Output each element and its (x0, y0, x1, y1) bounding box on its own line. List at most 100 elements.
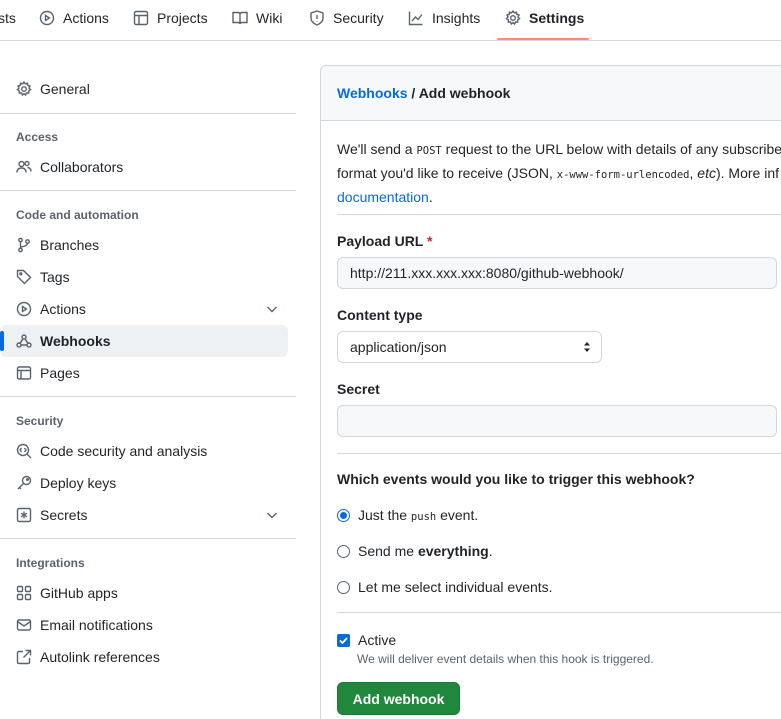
intro-text-part: ). More inf (715, 165, 779, 181)
asterisk-icon (16, 507, 32, 523)
active-indicator (0, 331, 4, 351)
tab-pull-requests[interactable]: sts (0, 0, 16, 36)
required-mark: * (427, 233, 433, 249)
tab-insights[interactable]: Insights (408, 0, 480, 36)
chevron-down-icon[interactable] (264, 301, 280, 317)
label-part: . (488, 543, 493, 559)
sidebar-item-autolink-references[interactable]: Autolink references (0, 641, 288, 673)
section-divider (337, 453, 781, 454)
breadcrumb: Webhooks / Add webhook (337, 85, 510, 101)
active-checkbox-row[interactable]: Active (337, 632, 396, 648)
payload-url-label-text: Payload URL (337, 233, 424, 249)
intro-text: We'll send a POST request to the URL bel… (337, 138, 781, 208)
radio-unselected[interactable] (337, 544, 350, 558)
sidebar-group-security: Security (16, 414, 64, 428)
sidebar-item-collaborators[interactable]: Collaborators (0, 151, 288, 183)
sidebar-item-actions[interactable]: Actions (0, 293, 288, 325)
sidebar-item-general[interactable]: General (0, 73, 288, 105)
radio-selected[interactable] (337, 508, 350, 522)
label-emphasis: everything (417, 543, 489, 559)
documentation-link[interactable]: documentation (337, 189, 429, 205)
sidebar-item-code-security[interactable]: Code security and analysis (0, 435, 288, 467)
label-code: push (410, 511, 437, 523)
sidebar-item-branches[interactable]: Branches (0, 229, 288, 261)
tab-label: Actions (63, 10, 109, 26)
secret-label: Secret (337, 381, 380, 397)
event-option-push[interactable]: Just the push event. (337, 507, 478, 523)
active-note: We will deliver event details when this … (357, 652, 654, 666)
event-option-label: Just the push event. (358, 507, 478, 523)
select-arrows-icon (584, 342, 590, 352)
sidebar-item-email-notifications[interactable]: Email notifications (0, 609, 288, 641)
sidebar-item-label: Tags (40, 269, 70, 285)
sidebar-item-deploy-keys[interactable]: Deploy keys (0, 467, 288, 499)
add-webhook-panel: Webhooks / Add webhook We'll send a POST… (320, 65, 781, 719)
repo-nav: sts Actions Projects Wiki Security Insig… (0, 0, 781, 41)
sidebar-item-webhooks[interactable]: Webhooks (0, 325, 288, 357)
event-option-individual[interactable]: Let me select individual events. (337, 579, 553, 595)
label-part: Just the (358, 507, 411, 523)
breadcrumb-separator: / (407, 85, 419, 101)
sidebar-item-label: Autolink references (40, 649, 160, 665)
sidebar-item-label: GitHub apps (40, 585, 118, 601)
graph-icon (408, 11, 423, 26)
codescan-icon (16, 443, 32, 459)
tab-settings[interactable]: Settings (505, 0, 584, 36)
tab-label: Insights (432, 10, 481, 26)
active-label: Active (358, 632, 397, 648)
content-type-select[interactable]: application/json (337, 331, 602, 363)
play-icon (16, 301, 32, 317)
gear-icon (16, 81, 32, 97)
sidebar-item-label: Email notifications (40, 617, 153, 633)
cross-reference-icon (16, 649, 32, 665)
event-option-label: Send me everything. (358, 543, 493, 559)
events-question: Which events would you like to trigger t… (337, 471, 695, 487)
apps-icon (16, 585, 32, 601)
tab-security[interactable]: Security (309, 0, 384, 36)
book-icon (232, 11, 248, 25)
branch-icon (18, 237, 30, 253)
sidebar-item-label: Webhooks (40, 333, 111, 349)
sidebar-item-secrets[interactable]: Secrets (0, 499, 288, 531)
shield-icon (310, 10, 324, 26)
sidebar-group-code-automation: Code and automation (16, 208, 139, 222)
breadcrumb-webhooks-link[interactable]: Webhooks (337, 85, 408, 101)
section-divider (337, 214, 781, 215)
content-type-value: application/json (350, 339, 447, 355)
sidebar-item-label: Actions (40, 301, 86, 317)
intro-text-part: request to the URL below with details of… (441, 141, 781, 157)
webhook-icon (16, 334, 32, 348)
play-icon (39, 10, 55, 26)
sidebar-item-label: General (40, 81, 90, 97)
sidebar-item-label: Code security and analysis (40, 443, 208, 459)
add-webhook-button[interactable]: Add webhook (337, 682, 460, 715)
sidebar-item-pages[interactable]: Pages (0, 357, 288, 389)
tab-actions[interactable]: Actions (39, 0, 109, 36)
section-divider (337, 612, 781, 613)
sidebar-item-github-apps[interactable]: GitHub apps (0, 577, 288, 609)
chevron-down-icon[interactable] (264, 507, 280, 523)
table-icon (133, 10, 149, 26)
payload-url-label: Payload URL * (337, 233, 432, 249)
sidebar-item-label: Pages (40, 365, 80, 381)
settings-sidebar: General Access Collaborators Code and au… (0, 41, 296, 719)
tab-wiki[interactable]: Wiki (232, 0, 282, 36)
intro-text-etc: etc (697, 165, 716, 181)
sidebar-item-label: Deploy keys (40, 475, 117, 491)
key-icon (17, 475, 32, 490)
sidebar-item-tags[interactable]: Tags (0, 261, 288, 293)
secret-input[interactable] (337, 405, 777, 437)
event-option-everything[interactable]: Send me everything. (337, 543, 493, 559)
intro-code-form: x-www-form-urlencoded (556, 169, 690, 181)
sidebar-divider (0, 396, 296, 397)
label-part: event. (436, 507, 479, 523)
panel-header: Webhooks / Add webhook (321, 66, 781, 121)
tab-projects[interactable]: Projects (133, 0, 208, 36)
tab-label: Wiki (256, 10, 283, 26)
radio-unselected[interactable] (337, 580, 350, 594)
active-checkbox[interactable] (337, 633, 350, 647)
content-type-label: Content type (337, 307, 423, 323)
browser-icon (16, 366, 32, 380)
payload-url-input[interactable]: http://211.xxx.xxx.xxx:8080/github-webho… (337, 257, 777, 289)
gear-icon (505, 10, 521, 26)
